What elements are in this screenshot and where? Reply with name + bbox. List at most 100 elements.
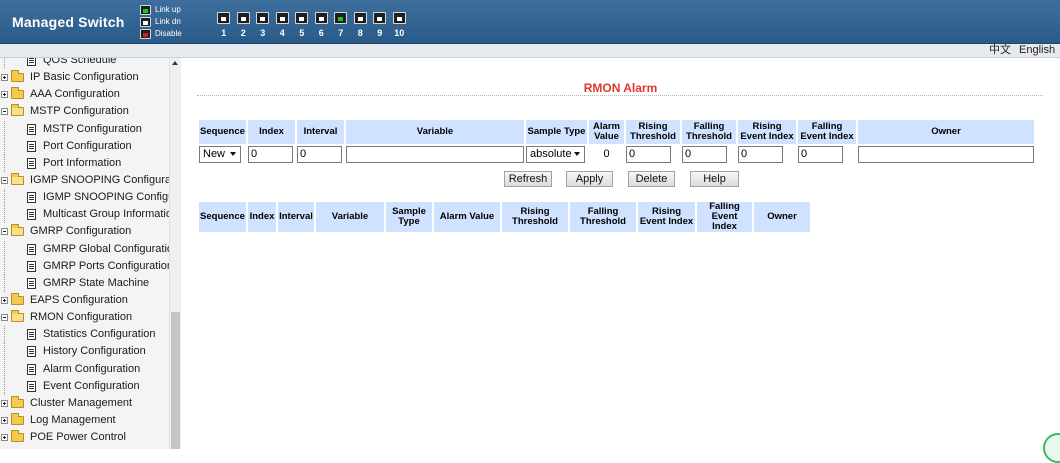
port-4[interactable]: 4: [273, 12, 293, 38]
port-1[interactable]: 1: [214, 12, 234, 38]
port-7[interactable]: 7: [331, 12, 351, 38]
link-up-port-icon: [140, 5, 151, 15]
sidebar-item-15[interactable]: EAPS Configuration: [0, 292, 169, 309]
sidebar-item-3[interactable]: AAA Configuration: [0, 86, 169, 103]
sidebar-item-14[interactable]: GMRP State Machine: [0, 274, 169, 292]
port-9[interactable]: 9: [370, 12, 390, 38]
rising-event-index-input[interactable]: 0: [738, 146, 783, 163]
sidebar-item-label: MSTP Configuration: [43, 122, 142, 135]
config-input-row: New 0 0 absolute 0 0 0 0 0: [199, 146, 1034, 163]
col-sequence: Sequence: [199, 202, 246, 232]
sidebar-item-23[interactable]: POE Power Control: [0, 429, 169, 446]
folder-icon: [11, 292, 24, 305]
port-3[interactable]: 3: [253, 12, 273, 38]
sidebar-item-label: GMRP Global Configuration: [43, 242, 180, 255]
port-10[interactable]: 10: [390, 12, 410, 38]
ethernet-port-icon: [373, 12, 387, 24]
sidebar-item-label: GMRP State Machine: [43, 276, 150, 289]
tree-line: [4, 137, 5, 155]
sidebar-item-8[interactable]: IGMP SNOOPING Configuration: [0, 172, 181, 189]
legend-link-dn: Link dn: [140, 16, 182, 28]
alarm-config-table: Sequence Index Interval Variable Sample …: [197, 118, 1036, 165]
sidebar-scrollbar[interactable]: [169, 58, 181, 449]
port-8[interactable]: 8: [351, 12, 371, 38]
rising-threshold-input[interactable]: 0: [626, 146, 671, 163]
sidebar-item-7[interactable]: Port Information: [0, 154, 169, 172]
sidebar-item-label: GMRP Ports Configuration: [43, 259, 174, 272]
language-english-link[interactable]: English: [1019, 44, 1055, 57]
sidebar-item-20[interactable]: Event Configuration: [0, 377, 169, 395]
sidebar-item-22[interactable]: Log Management: [0, 412, 169, 429]
apply-button[interactable]: Apply: [566, 171, 613, 187]
sidebar-item-label: MSTP Configuration: [30, 105, 129, 118]
action-buttons: Refresh Apply Delete Help: [181, 171, 1060, 188]
sample-type-select-value: absolute: [530, 148, 572, 160]
folder-icon: [11, 70, 24, 83]
sidebar-item-10[interactable]: Multicast Group Information: [0, 206, 178, 224]
port-number: 2: [240, 28, 246, 38]
expand-icon[interactable]: [1, 416, 8, 424]
refresh-button[interactable]: Refresh: [504, 171, 552, 187]
sequence-select-value: New: [203, 148, 226, 160]
sample-type-select[interactable]: absolute: [526, 146, 585, 163]
document-icon: [27, 277, 36, 289]
collapse-icon[interactable]: [1, 314, 8, 322]
expand-icon[interactable]: [1, 434, 8, 442]
sidebar-item-6[interactable]: Port Configuration: [0, 137, 169, 155]
language-chinese-link[interactable]: 中文: [989, 44, 1011, 57]
expand-icon[interactable]: [1, 74, 8, 82]
document-icon: [27, 243, 36, 255]
scroll-up-arrow-icon[interactable]: [172, 61, 178, 65]
expand-icon[interactable]: [1, 91, 8, 99]
sidebar-item-label: IGMP SNOOPING Configuration: [43, 191, 181, 204]
sidebar-item-21[interactable]: Cluster Management: [0, 395, 169, 412]
tree-line: [4, 377, 5, 395]
scrollbar-thumb[interactable]: [171, 312, 180, 449]
port-5[interactable]: 5: [292, 12, 312, 38]
sidebar-item-4[interactable]: MSTP Configuration: [0, 103, 169, 120]
delete-button[interactable]: Delete: [628, 171, 675, 187]
sidebar-item-17[interactable]: Statistics Configuration: [0, 326, 169, 344]
falling-event-index-input[interactable]: 0: [798, 146, 843, 163]
sidebar-item-16[interactable]: RMON Configuration: [0, 309, 169, 326]
main-content: RMON Alarm Sequence Index Interval Varia…: [181, 58, 1060, 449]
tree-line: [4, 58, 5, 69]
sidebar-item-5[interactable]: MSTP Configuration: [0, 120, 169, 138]
collapse-icon[interactable]: [1, 228, 8, 236]
sidebar-item-18[interactable]: History Configuration: [0, 343, 169, 361]
result-header-row: Sequence Index Interval Variable Sample …: [199, 202, 810, 232]
legend-link-up: Link up: [140, 4, 182, 16]
tree-line: [4, 360, 5, 378]
sidebar-item-9[interactable]: IGMP SNOOPING Configuration: [0, 189, 181, 207]
falling-threshold-input[interactable]: 0: [682, 146, 727, 163]
open-folder-icon: [11, 172, 24, 185]
sidebar-item-13[interactable]: GMRP Ports Configuration: [0, 257, 173, 275]
col-falling-threshold: Falling Threshold: [570, 202, 636, 232]
sidebar-item-11[interactable]: GMRP Configuration: [0, 223, 169, 240]
expand-icon[interactable]: [1, 399, 8, 407]
port-6[interactable]: 6: [312, 12, 332, 38]
sidebar-item-label: Log Management: [30, 413, 116, 426]
sidebar-item-label: QOS Schedule: [43, 58, 117, 66]
open-folder-icon: [11, 224, 24, 237]
top-header: Managed Switch Link up Link dn Disable 1…: [0, 0, 1060, 44]
index-input[interactable]: 0: [248, 146, 293, 163]
owner-input[interactable]: [858, 146, 1034, 163]
port-2[interactable]: 2: [234, 12, 254, 38]
sidebar-item-12[interactable]: GMRP Global Configuration: [0, 240, 179, 258]
sidebar-item-19[interactable]: Alarm Configuration: [0, 360, 169, 378]
document-icon: [27, 346, 36, 358]
port-legend: Link up Link dn Disable: [140, 4, 182, 40]
expand-icon[interactable]: [1, 296, 8, 304]
port-number: 1: [221, 28, 227, 38]
sequence-select[interactable]: New: [199, 146, 241, 163]
collapse-icon[interactable]: [1, 108, 8, 116]
help-button[interactable]: Help: [690, 171, 739, 187]
variable-input[interactable]: [346, 146, 524, 163]
interval-input[interactable]: 0: [297, 146, 342, 163]
col-interval: Interval: [297, 120, 344, 144]
collapse-icon[interactable]: [1, 176, 8, 184]
sidebar-item-2[interactable]: IP Basic Configuration: [0, 69, 169, 86]
sidebar-item-1[interactable]: QOS Schedule: [0, 58, 169, 69]
tree-line: [4, 274, 5, 292]
